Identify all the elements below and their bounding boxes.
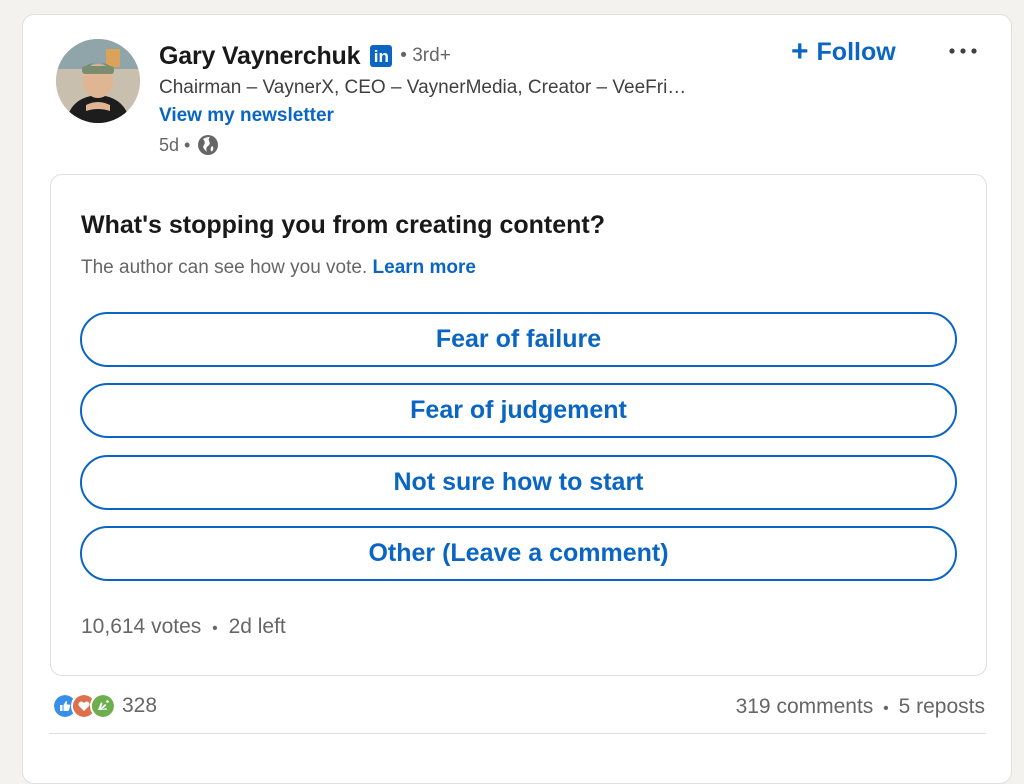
poll-option-other[interactable]: Other (Leave a comment): [80, 526, 957, 581]
comments-count-link[interactable]: 319 comments: [736, 695, 874, 718]
author-headline: Chairman – VaynerX, CEO – VaynerMedia, C…: [159, 77, 687, 98]
view-newsletter-link[interactable]: View my newsletter: [159, 105, 334, 127]
poll-separator: •: [212, 620, 218, 637]
plus-icon: +: [791, 35, 809, 68]
author-name-row: Gary Vaynerchuk in • 3rd+: [159, 41, 779, 71]
poll-votes: 10,614 votes: [81, 615, 202, 638]
reactions-summary[interactable]: 328: [52, 693, 157, 719]
poll-option-fear-of-failure[interactable]: Fear of failure: [80, 312, 957, 367]
more-horizontal-icon[interactable]: [945, 39, 981, 63]
comments-reposts: 319 comments • 5 reposts: [736, 695, 985, 719]
post-meta: 5d •: [159, 133, 779, 157]
poll-question: What's stopping you from creating conten…: [81, 211, 605, 239]
poll-footer: 10,614 votes • 2d left: [81, 615, 286, 639]
poll-container: What's stopping you from creating conten…: [50, 174, 987, 676]
poll-note-text: The author can see how you vote.: [81, 257, 368, 278]
post-card: Gary Vaynerchuk in • 3rd+ Chairman – Vay…: [22, 14, 1012, 784]
poll-time-left: 2d left: [228, 615, 286, 638]
author-info: Gary Vaynerchuk in • 3rd+ Chairman – Vay…: [159, 41, 779, 157]
poll-option-fear-of-judgement[interactable]: Fear of judgement: [80, 383, 957, 438]
author-avatar[interactable]: [56, 39, 140, 123]
linkedin-premium-icon: in: [370, 45, 393, 67]
reaction-count: 328: [122, 694, 158, 717]
action-bar-divider: [49, 733, 986, 734]
reposts-count-link[interactable]: 5 reposts: [899, 695, 985, 718]
poll-visibility-note: The author can see how you vote. Learn m…: [81, 257, 476, 279]
connection-degree: • 3rd+: [400, 45, 451, 66]
author-name[interactable]: Gary Vaynerchuk: [159, 42, 360, 71]
globe-icon: [198, 135, 219, 155]
follow-label: Follow: [816, 37, 896, 66]
follow-button[interactable]: + Follow: [791, 35, 896, 69]
celebrate-icon: [90, 693, 116, 719]
poll-option-not-sure-how-to-start[interactable]: Not sure how to start: [80, 455, 957, 510]
learn-more-link[interactable]: Learn more: [373, 257, 476, 278]
social-separator: •: [883, 700, 889, 717]
post-age: 5d •: [159, 134, 191, 155]
social-counts: 328 319 comments • 5 reposts: [23, 685, 1013, 725]
